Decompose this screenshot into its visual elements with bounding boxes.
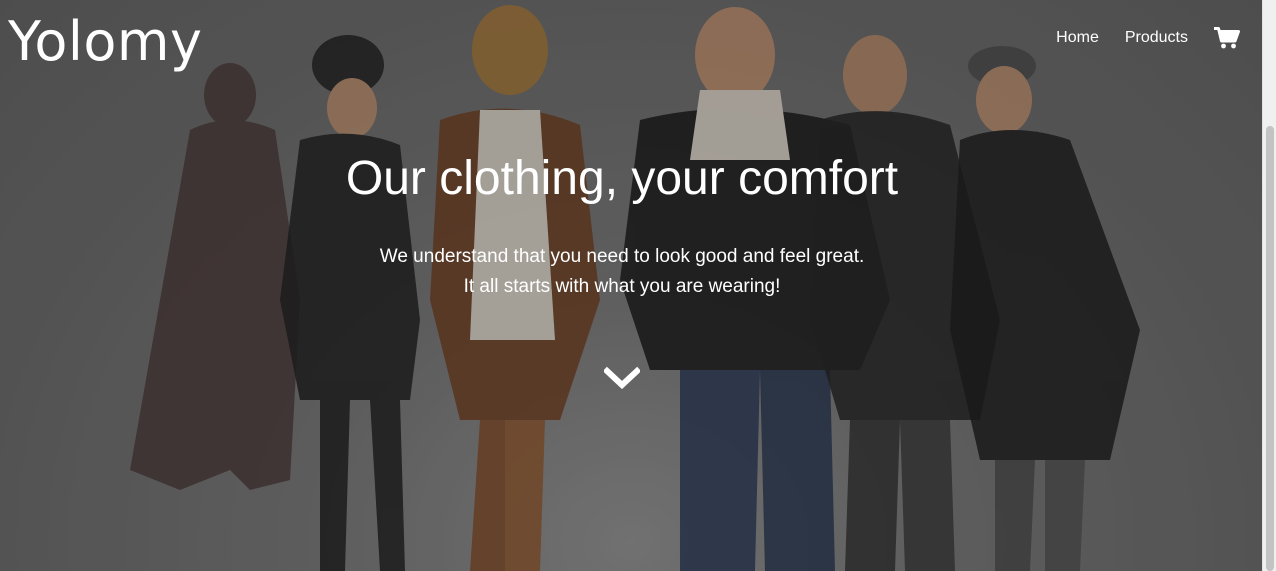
main-nav: Home Products [1030,27,1240,49]
nav-products-link[interactable]: Products [1125,28,1188,48]
shopping-cart-icon [1214,27,1240,49]
page-scrollbar[interactable] [1262,0,1276,571]
nav-home-link[interactable]: Home [1056,28,1099,48]
scroll-down-button[interactable] [602,366,642,390]
chevron-down-icon [602,366,642,390]
hero-title: Our clothing, your comfort [345,152,899,205]
hero-subtitle-line-1: We understand that you need to look good… [379,246,865,267]
hero-subtitle: We understand that you need to look good… [0,242,1244,302]
cart-button[interactable] [1214,27,1240,49]
brand-logo[interactable]: Yolomy [8,8,202,76]
page: Yolomy Home Products Our clothing, your … [0,0,1276,571]
scrollbar-thumb[interactable] [1266,126,1274,571]
hero-subtitle-line-2: It all starts with what you are wearing! [463,276,781,297]
